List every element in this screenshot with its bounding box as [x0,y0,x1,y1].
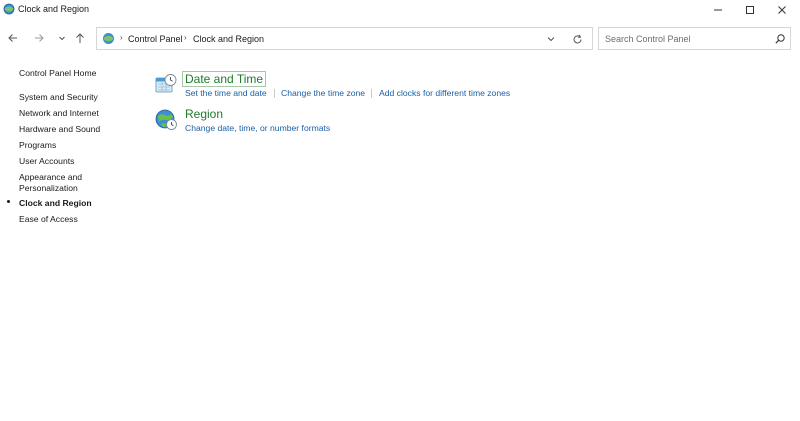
link-divider [274,89,275,98]
back-button[interactable] [5,30,21,46]
search-input[interactable]: Search Control Panel [605,34,691,44]
breadcrumb-clock-and-region[interactable]: Clock and Region [193,34,264,44]
change-formats-link[interactable]: Change date, time, or number formats [185,123,330,133]
sidebar-item-control-panel-home[interactable]: Control Panel Home [19,68,96,79]
sidebar-item-ease-of-access[interactable]: Ease of Access [19,214,78,225]
region-title-link[interactable]: Region [185,107,223,121]
link-divider [371,89,372,98]
close-icon [778,6,786,14]
current-item-bullet-icon [7,200,10,203]
minimize-icon [714,9,722,11]
chevron-down-icon [59,36,65,41]
arrow-left-icon [8,34,17,42]
up-button[interactable] [72,30,88,46]
search-icon[interactable] [774,33,786,45]
address-dropdown-button[interactable] [544,32,558,46]
chevron-down-icon [547,37,555,42]
breadcrumb-separator-icon[interactable]: › [184,33,187,42]
sidebar-item-system-and-security[interactable]: System and Security [19,92,98,103]
control-panel-icon [103,33,114,44]
sidebar-item-user-accounts[interactable]: User Accounts [19,156,74,167]
change-time-zone-link[interactable]: Change the time zone [281,88,365,98]
add-clocks-link[interactable]: Add clocks for different time zones [379,88,510,98]
arrow-right-icon [35,34,44,42]
address-bar[interactable]: › Control Panel › Clock and Region [96,27,593,50]
refresh-icon [573,34,581,43]
close-button[interactable] [764,0,800,20]
forward-button[interactable] [31,30,47,46]
sidebar-item-appearance-line2[interactable]: Personalization [19,183,78,194]
set-time-and-date-link[interactable]: Set the time and date [185,88,267,98]
sidebar-item-clock-and-region: Clock and Region [19,198,92,208]
refresh-button[interactable] [570,32,584,46]
minimize-button[interactable] [700,0,736,20]
window-title: Clock and Region [18,4,90,14]
sidebar-item-appearance-line1[interactable]: Appearance and [19,172,82,183]
sidebar-item-hardware-and-sound[interactable]: Hardware and Sound [19,124,100,135]
control-panel-icon [3,3,15,15]
recent-locations-button[interactable] [54,30,70,46]
sidebar-item-network-and-internet[interactable]: Network and Internet [19,108,99,119]
clock-calendar-icon[interactable] [154,72,178,96]
maximize-button[interactable] [732,0,768,20]
globe-clock-icon[interactable] [154,107,178,131]
breadcrumb-control-panel[interactable]: Control Panel [128,34,183,44]
sidebar-item-programs[interactable]: Programs [19,140,56,151]
title-bar: Clock and Region [0,0,800,20]
maximize-icon [746,6,754,14]
search-box[interactable]: Search Control Panel [598,27,791,50]
arrow-up-icon [76,33,84,43]
date-and-time-title-link[interactable]: Date and Time [181,71,267,87]
breadcrumb-separator-icon[interactable]: › [120,33,123,42]
